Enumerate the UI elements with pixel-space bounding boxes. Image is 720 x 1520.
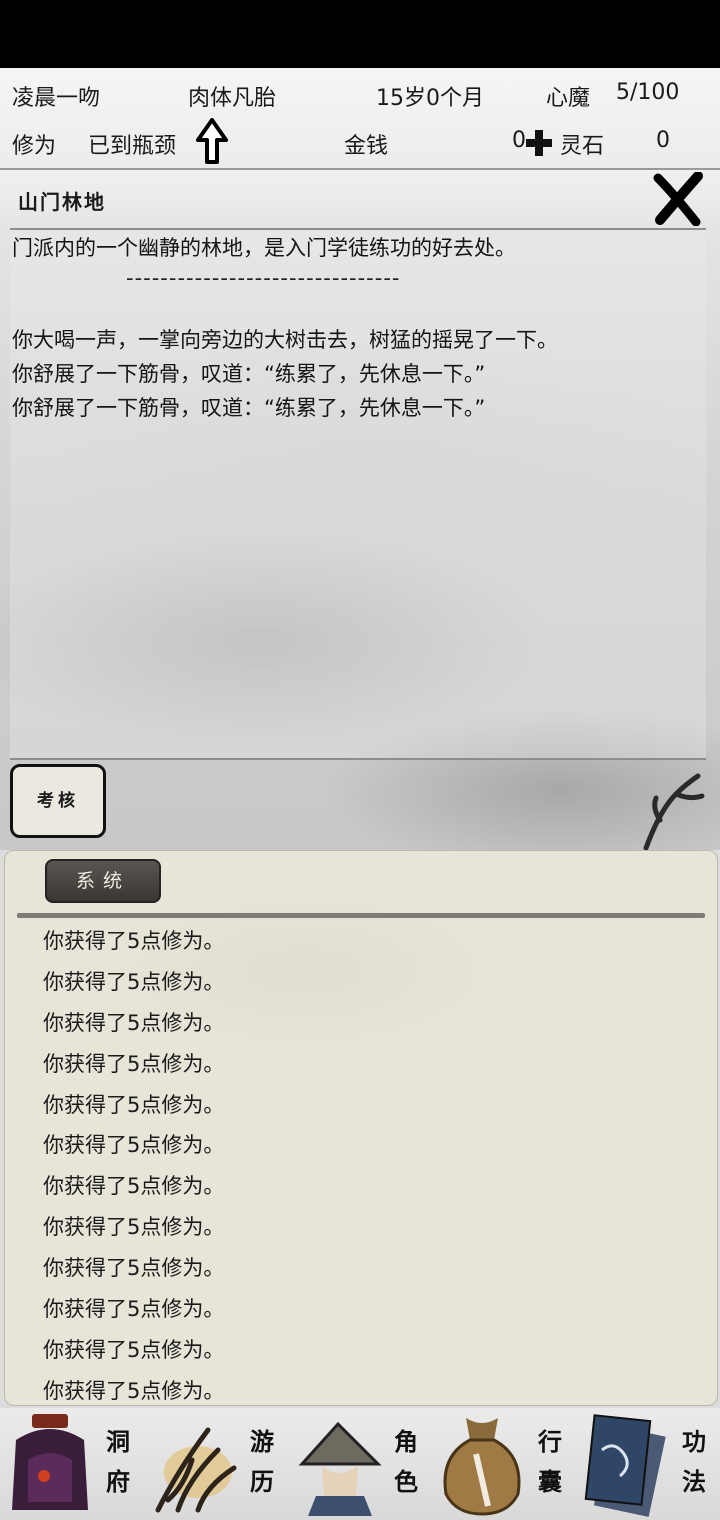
- system-status-bar: [0, 0, 720, 68]
- bottom-nav: 洞府 游历 角色 行囊 功法: [0, 1408, 720, 1520]
- character-hat-icon: [298, 1421, 382, 1516]
- player-age: 15岁0个月: [376, 86, 484, 111]
- spirit-stone-label: 灵石: [560, 134, 605, 159]
- nav-item-cave[interactable]: 洞府: [0, 1408, 144, 1520]
- system-message: 你获得了5点修为。: [43, 1133, 225, 1158]
- nav-label-character: 角色: [394, 1428, 418, 1496]
- system-message: 你获得了5点修为。: [43, 1337, 225, 1362]
- cultivation-label: 修为: [12, 134, 57, 159]
- nav-label-bag: 行囊: [538, 1428, 562, 1496]
- nav-label-travel: 游历: [250, 1428, 274, 1496]
- scene-divider: --------------------------------: [126, 266, 401, 290]
- cultivation-status: 已到瓶颈: [88, 134, 177, 159]
- system-log-panel: 系统 你获得了5点修为。 你获得了5点修为。 你获得了5点修为。 你获得了5点修…: [4, 850, 718, 1406]
- tab-system[interactable]: 系统: [45, 859, 161, 903]
- player-realm: 肉体凡胎: [188, 86, 277, 111]
- system-message: 你获得了5点修为。: [43, 1174, 225, 1199]
- bag-icon: [443, 1418, 521, 1516]
- system-message: 你获得了5点修为。: [43, 1051, 225, 1076]
- system-message: 你获得了5点修为。: [43, 969, 225, 994]
- heart-demon-label: 心魔: [546, 86, 591, 111]
- system-message: 你获得了5点修为。: [43, 1256, 225, 1281]
- add-money-icon[interactable]: [526, 130, 552, 156]
- close-icon[interactable]: [652, 172, 704, 226]
- nav-item-character[interactable]: 角色: [288, 1408, 432, 1520]
- spirit-stone-value: 0: [656, 128, 670, 153]
- scene-title: 山门林地: [18, 190, 106, 214]
- nav-item-bag[interactable]: 行囊: [432, 1408, 576, 1520]
- cave-mansion-icon: [12, 1414, 88, 1510]
- nav-item-skills[interactable]: 功法: [576, 1408, 720, 1520]
- system-message: 你获得了5点修为。: [43, 1215, 225, 1240]
- player-header: 凌晨一吻 肉体凡胎 15岁0个月 心魔 5/100 修为 已到瓶颈 金钱 0 灵…: [0, 68, 720, 170]
- breakthrough-arrow-icon[interactable]: [194, 118, 230, 164]
- system-message: 你获得了5点修为。: [43, 929, 225, 953]
- system-message-list[interactable]: 你获得了5点修为。 你获得了5点修为。 你获得了5点修为。 你获得了5点修为。 …: [43, 921, 225, 1405]
- travel-grass-icon: [155, 1427, 237, 1513]
- ink-branch-decoration: [643, 773, 705, 850]
- system-message: 你获得了5点修为。: [43, 1092, 225, 1117]
- exam-button[interactable]: 考核: [10, 764, 106, 838]
- scroll-books-icon: [584, 1414, 666, 1517]
- money-value: 0: [512, 128, 526, 153]
- system-message: 你获得了5点修为。: [43, 1010, 225, 1035]
- heart-demon-value: 5/100: [616, 80, 680, 105]
- scene-description: 门派内的一个幽静的林地，是入门学徒练功的好去处。: [12, 236, 516, 260]
- scene-title-bar: 山门林地: [0, 170, 720, 226]
- player-name: 凌晨一吻: [12, 86, 101, 111]
- scene-event: 你大喝一声，一掌向旁边的大树击去，树猛的摇晃了一下。: [12, 328, 558, 352]
- nav-item-travel[interactable]: 游历: [144, 1408, 288, 1520]
- scene-area: 山门林地 门派内的一个幽静的林地，是入门学徒练功的好去处。 ----------…: [0, 170, 720, 850]
- money-label: 金钱: [344, 134, 389, 159]
- nav-label-skills: 功法: [682, 1428, 706, 1496]
- scene-event: 你舒展了一下筋骨，叹道：“练累了，先休息一下。”: [12, 396, 486, 420]
- system-message: 你获得了5点修为。: [43, 1378, 225, 1403]
- nav-label-cave: 洞府: [106, 1428, 130, 1496]
- scene-description-box: 门派内的一个幽静的林地，是入门学徒练功的好去处。 ---------------…: [10, 228, 706, 760]
- system-divider: [17, 913, 705, 918]
- system-message: 你获得了5点修为。: [43, 1297, 225, 1322]
- scene-event: 你舒展了一下筋骨，叹道：“练累了，先休息一下。”: [12, 362, 486, 386]
